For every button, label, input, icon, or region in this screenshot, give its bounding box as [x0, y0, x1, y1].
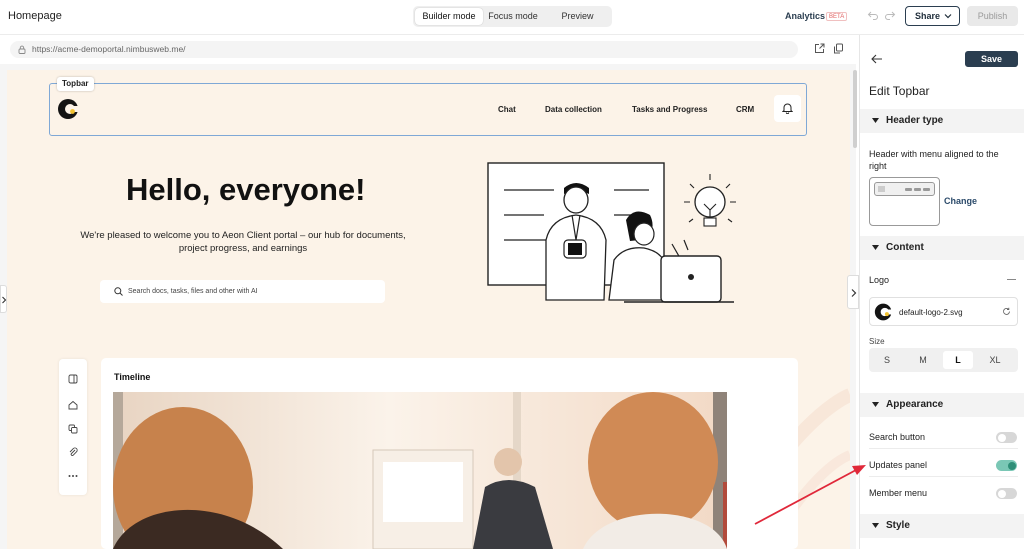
header-preview-menu	[914, 188, 921, 191]
chevron-right-icon	[851, 289, 857, 297]
section-label: Style	[886, 520, 910, 531]
member-menu-toggle[interactable]	[996, 488, 1017, 499]
back-arrow-icon[interactable]	[871, 54, 883, 64]
copy-icon[interactable]	[833, 43, 844, 54]
caret-down-icon	[872, 402, 879, 407]
site-logo[interactable]	[57, 97, 81, 121]
updates-panel-label: Updates panel	[869, 460, 928, 470]
nav-crm[interactable]: CRM	[736, 105, 754, 114]
mode-switcher: Builder mode Focus mode Preview	[413, 6, 612, 27]
logo-file-name: default-logo-2.svg	[899, 308, 963, 317]
lock-icon	[18, 45, 26, 54]
header-preview-menu	[923, 188, 930, 191]
size-option-xl[interactable]: XL	[980, 351, 1010, 369]
size-label: Size	[869, 337, 885, 346]
divider	[869, 448, 1018, 449]
search-button-label: Search button	[869, 432, 926, 442]
section-label: Header type	[886, 115, 944, 126]
panel-icon[interactable]	[68, 374, 78, 384]
top-toolbar: Homepage Builder mode Focus mode Preview…	[0, 0, 1024, 35]
redo-icon[interactable]	[884, 9, 896, 21]
logo-thumbnail	[874, 303, 894, 321]
builder-mode-tab[interactable]: Builder mode	[415, 8, 483, 25]
header-preview-logo	[878, 186, 885, 192]
left-panel-toggle[interactable]	[0, 285, 7, 313]
header-preview-bar	[874, 182, 935, 196]
section-style[interactable]: Style	[860, 514, 1024, 538]
analytics-link[interactable]: Analytics	[785, 11, 825, 21]
caret-down-icon	[872, 245, 879, 250]
notifications-button[interactable]	[774, 95, 801, 122]
header-type-description: Header with menu aligned to the right	[869, 149, 999, 171]
share-label: Share	[915, 11, 941, 21]
section-header-type[interactable]: Header type	[860, 109, 1024, 133]
size-selector: S M L XL	[869, 348, 1018, 372]
search-button-toggle[interactable]	[996, 432, 1017, 443]
beta-badge: BETA	[826, 12, 848, 21]
duplicate-icon[interactable]	[68, 424, 78, 434]
open-external-icon[interactable]	[814, 43, 825, 54]
builder-app: Homepage Builder mode Focus mode Preview…	[0, 0, 1024, 549]
nav-chat[interactable]: Chat	[498, 105, 516, 114]
save-button[interactable]: Save	[965, 51, 1018, 67]
page-url: https://acme-demoportal.nimbusweb.me/	[32, 44, 186, 54]
header-type-preview[interactable]	[869, 177, 940, 226]
hero-title: Hello, everyone!	[126, 172, 366, 207]
share-button[interactable]: Share	[905, 6, 960, 26]
search-placeholder: Search docs, tasks, files and other with…	[128, 288, 258, 295]
undo-icon[interactable]	[867, 9, 879, 21]
logo-label: Logo	[869, 275, 890, 285]
hero-illustration	[487, 162, 736, 303]
block-tag: Topbar	[57, 77, 94, 91]
logo-file-field[interactable]: default-logo-2.svg	[869, 297, 1018, 326]
bell-icon	[782, 103, 793, 114]
more-icon[interactable]	[68, 471, 78, 481]
block-side-rail	[59, 359, 87, 495]
caret-down-icon	[872, 118, 879, 123]
nav-tasks-and-progress[interactable]: Tasks and Progress	[632, 105, 707, 114]
section-label: Content	[886, 242, 924, 253]
header-preview-menu	[905, 188, 912, 191]
url-bar[interactable]: https://acme-demoportal.nimbusweb.me/	[10, 41, 798, 58]
page-name[interactable]: Homepage	[8, 10, 62, 22]
preview-tab[interactable]: Preview	[545, 8, 610, 25]
change-header-type-link[interactable]: Change	[944, 196, 977, 206]
size-option-s[interactable]: S	[872, 351, 902, 369]
canvas-scrollbar[interactable]	[853, 70, 857, 148]
section-label: Appearance	[886, 399, 944, 410]
chevron-down-icon	[944, 14, 952, 19]
right-panel-toggle[interactable]	[847, 275, 859, 309]
replace-icon[interactable]	[1002, 307, 1011, 316]
size-option-m[interactable]: M	[908, 351, 938, 369]
search-icon	[114, 287, 123, 296]
timeline-photo	[113, 392, 727, 549]
chevron-right-icon	[2, 296, 7, 304]
timeline-title: Timeline	[114, 372, 151, 382]
publish-button[interactable]: Publish	[967, 6, 1018, 26]
home-icon[interactable]	[68, 400, 78, 410]
attachment-icon[interactable]	[68, 447, 78, 457]
meeting-photo	[113, 392, 727, 549]
site-search-input[interactable]: Search docs, tasks, files and other with…	[100, 280, 385, 303]
remove-logo-button[interactable]	[1007, 279, 1016, 280]
section-content[interactable]: Content	[860, 236, 1024, 260]
panel-title: Edit Topbar	[869, 84, 930, 98]
section-appearance[interactable]: Appearance	[860, 393, 1024, 417]
focus-mode-tab[interactable]: Focus mode	[483, 8, 543, 25]
caret-down-icon	[872, 523, 879, 528]
size-option-l[interactable]: L	[943, 351, 973, 369]
member-menu-label: Member menu	[869, 488, 928, 498]
nav-data-collection[interactable]: Data collection	[545, 105, 602, 114]
hero-subtitle: We're pleased to welcome you to Aeon Cli…	[80, 230, 406, 254]
divider	[869, 476, 1018, 477]
updates-panel-toggle[interactable]	[996, 460, 1017, 471]
